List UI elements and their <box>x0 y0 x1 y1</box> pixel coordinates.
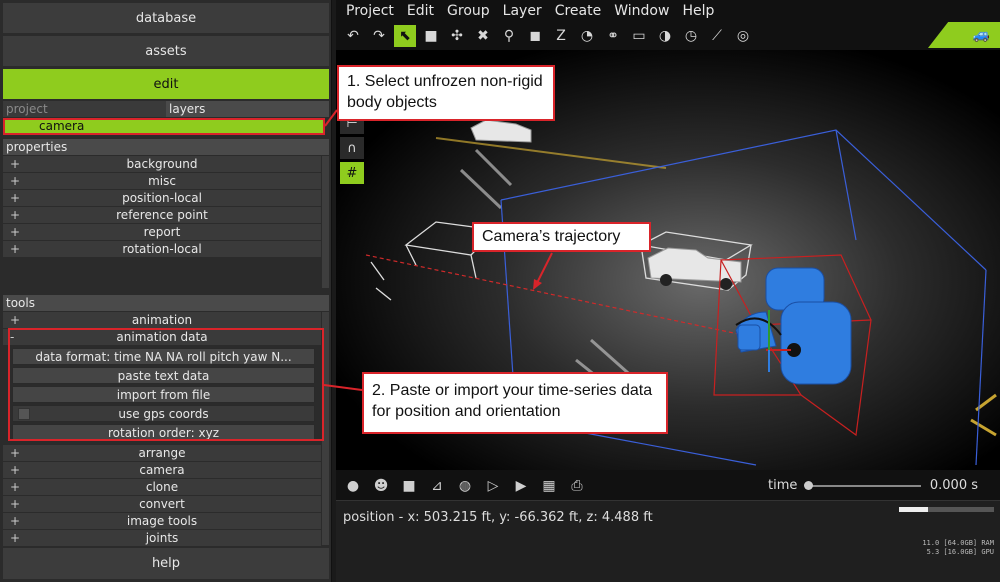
menu-project[interactable]: Project <box>346 0 402 22</box>
select-icon[interactable]: ⬉ <box>394 25 416 47</box>
redo-icon[interactable]: ↷ <box>368 25 390 47</box>
timer-icon[interactable]: ◷ <box>680 25 702 47</box>
comment-icon[interactable]: ▭ <box>628 25 650 47</box>
time-label: time <box>768 478 798 493</box>
timeline-slider[interactable] <box>806 485 921 487</box>
property-rotation-local[interactable]: + rotation-local <box>3 241 321 258</box>
edit-button[interactable]: edit <box>3 69 329 99</box>
cube-icon[interactable]: ◼ <box>524 25 546 47</box>
sphere-icon[interactable]: ● <box>342 475 364 497</box>
tool-arrange[interactable]: + arrange <box>3 445 321 462</box>
tools-header: tools <box>3 295 329 311</box>
zoom-icon[interactable]: ⚲ <box>498 25 520 47</box>
expand-icon: + <box>10 174 21 188</box>
timeline-handle[interactable] <box>804 481 813 490</box>
expand-icon: + <box>10 225 21 239</box>
menu-layer[interactable]: Layer <box>503 0 550 22</box>
project-layers-tabs: project layers <box>3 101 329 117</box>
step-icon[interactable]: ▶ <box>510 475 532 497</box>
ram-stat: 11.0 [64.0GB] RAM <box>922 539 994 547</box>
help-button[interactable]: help <box>3 548 329 579</box>
database-button[interactable]: database <box>3 3 329 33</box>
tool-convert[interactable]: + convert <box>3 496 321 513</box>
expand-icon: + <box>10 208 21 222</box>
menu-help[interactable]: Help <box>682 0 722 22</box>
gauge-icon[interactable]: ◑ <box>654 25 676 47</box>
expand-icon: + <box>10 446 21 460</box>
calculator-icon[interactable]: ▦ <box>538 475 560 497</box>
gpu-stat: 5.3 [16.0GB] GPU <box>926 548 994 556</box>
print-icon[interactable]: ⎙ <box>566 475 588 497</box>
properties-list: + background + misc + position-local + refer… <box>3 156 321 258</box>
clock-icon[interactable]: ◔ <box>576 25 598 47</box>
expand-icon: + <box>10 531 21 545</box>
link-icon[interactable]: ⚭ <box>602 25 624 47</box>
properties-header: properties <box>3 139 329 155</box>
menu-group[interactable]: Group <box>447 0 498 22</box>
memory-usage-fill <box>899 507 928 512</box>
expand-icon: + <box>10 497 21 511</box>
menu-bar: Project Edit Group Layer Create Window H… <box>336 0 1000 22</box>
tool-camera[interactable]: + camera <box>3 462 321 479</box>
vehicle-icon[interactable]: ✣ <box>446 25 468 47</box>
callout-select-objects: 1. Select unfrozen non-rigid body object… <box>337 65 555 121</box>
property-position-local[interactable]: + position-local <box>3 190 321 207</box>
callout-paste-import: 2. Paste or import your time-series data… <box>362 372 668 434</box>
expand-icon: + <box>10 157 21 171</box>
property-report[interactable]: + report <box>3 224 321 241</box>
delete-icon[interactable]: ✖ <box>472 25 494 47</box>
resource-stats: 11.0 [64.0GB] RAM 5.3 [16.0GB] GPU <box>922 539 994 557</box>
menu-edit[interactable]: Edit <box>407 0 442 22</box>
assets-button[interactable]: assets <box>3 36 329 66</box>
callout-camera-trajectory: Camera’s trajectory <box>472 222 651 252</box>
help-icon[interactable]: ◎ <box>732 25 754 47</box>
expand-icon: + <box>10 313 21 327</box>
property-background[interactable]: + background <box>3 156 321 173</box>
highlight-animation-data <box>8 328 324 441</box>
tab-layers[interactable]: layers <box>166 101 329 117</box>
menu-create[interactable]: Create <box>555 0 610 22</box>
highlight-camera-layer <box>3 118 325 135</box>
viewport-tools: ⊢ ∩ # <box>340 112 366 187</box>
play-icon[interactable]: ▷ <box>482 475 504 497</box>
expand-icon: + <box>10 463 21 477</box>
status-bar: position - x: 503.215 ft, y: -66.362 ft,… <box>336 500 1000 582</box>
graph-icon[interactable]: ⊿ <box>426 475 448 497</box>
expand-icon: + <box>10 191 21 205</box>
grid-icon[interactable]: # <box>340 162 364 184</box>
memory-usage-bar <box>899 507 994 512</box>
main-toolbar: ↶ ↷ ⬉ ■ ✣ ✖ ⚲ ◼ Z ◔ ⚭ ▭ ◑ ◷ ⟋ ◎ <box>336 24 1000 48</box>
undo-icon[interactable]: ↶ <box>342 25 364 47</box>
expand-icon: + <box>10 514 21 528</box>
property-reference-point[interactable]: + reference point <box>3 207 321 224</box>
tool-animation[interactable]: + animation <box>3 312 321 329</box>
time-value: 0.000 s <box>929 478 978 493</box>
left-panel: database assets edit project layers came… <box>0 0 332 582</box>
menu-window[interactable]: Window <box>614 0 677 22</box>
tool-joints[interactable]: + joints <box>3 530 321 547</box>
property-misc[interactable]: + misc <box>3 173 321 190</box>
tab-project[interactable]: project <box>3 101 166 117</box>
square-icon[interactable]: ■ <box>398 475 420 497</box>
expand-icon: + <box>10 242 21 256</box>
properties-scrollbar[interactable] <box>322 156 329 288</box>
z-axis-icon[interactable]: Z <box>550 25 572 47</box>
tool-clone[interactable]: + clone <box>3 479 321 496</box>
head-icon[interactable]: ☻ <box>370 475 392 497</box>
camera-icon[interactable]: ◍ <box>454 475 476 497</box>
expand-icon: + <box>10 480 21 494</box>
magnet-icon[interactable]: ∩ <box>340 137 364 159</box>
tool-image-tools[interactable]: + image tools <box>3 513 321 530</box>
position-readout: position - x: 503.215 ft, y: -66.362 ft,… <box>343 510 653 525</box>
ruler-icon[interactable]: ⟋ <box>706 25 728 47</box>
box-icon[interactable]: ■ <box>420 25 442 47</box>
